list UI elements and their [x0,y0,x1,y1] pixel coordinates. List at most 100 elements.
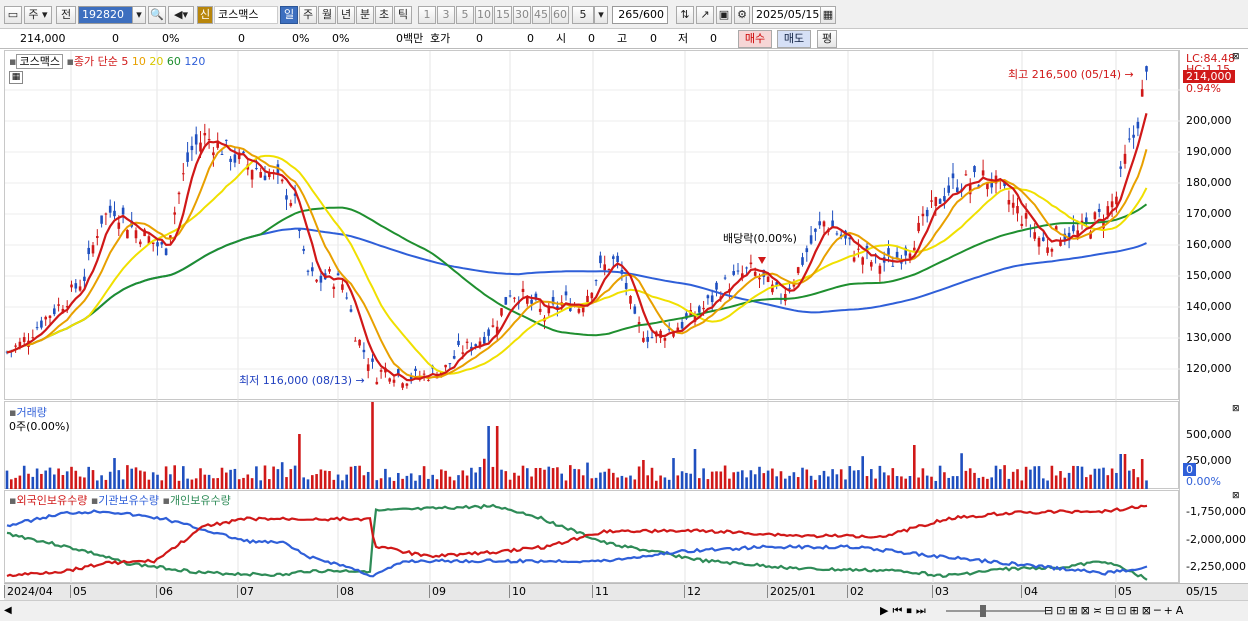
draw-tool-icon[interactable]: ↗ [696,6,714,24]
code-dropdown-icon[interactable]: ▾ [132,6,146,24]
period-tab-5[interactable]: 초 [375,6,393,24]
count-input[interactable]: 265/600 [612,6,668,24]
candle-body [444,364,447,368]
volume-bar [457,475,460,489]
volume-bar [440,469,443,489]
volume-bar [113,458,116,489]
volume-bar [706,479,710,489]
volume-bar [1076,466,1079,489]
volume-bar [375,480,379,489]
candle-body [861,257,864,265]
scroll-left-icon[interactable]: ◀ [4,605,12,616]
period-tab-0[interactable]: 일 [280,6,298,24]
prev-button[interactable]: 전 [56,6,76,24]
low-annotation: 최저 116,000 (08/13) → [239,374,365,387]
volume-bar [1106,475,1110,489]
volume-bar [1136,477,1140,489]
price-pane[interactable]: ▪ 코스맥스 ▪종가 단순 5 10 20 60 120 ▦ 최고 216,500… [4,50,1180,401]
interval-button-15[interactable]: 15 [494,6,512,24]
interval-button-3[interactable]: 3 [437,6,455,24]
volume-bar [268,479,271,489]
volume-bar [1020,480,1024,489]
volume-bar [801,467,804,489]
candle-body [1123,153,1127,164]
candle-body [1128,138,1131,140]
candle-body [35,327,39,329]
volume-bar [547,466,551,489]
ma10-line [6,144,1148,380]
pane-close-icon-1[interactable]: ⊠ [1232,404,1240,414]
candle-body [414,368,417,371]
volume-bar [70,466,73,489]
interval-dropdown-icon[interactable]: ▾ [594,6,608,24]
volume-bar [108,471,112,489]
zoom-handle[interactable] [980,605,986,617]
period-tab-6[interactable]: 틱 [394,6,412,24]
volume-bar [504,471,508,489]
speaker-icon[interactable]: ◀▾ [168,6,194,24]
flat-button[interactable]: 평 [817,30,837,48]
period-tab-2[interactable]: 월 [318,6,336,24]
window-menu-icon[interactable]: ▭ [4,6,22,24]
view-tool-icons[interactable]: ⊟⊡⊞⊠≍⊟⊡⊞⊠─+A [1044,604,1186,617]
volume-bar [1050,465,1054,489]
candle-body [104,213,108,215]
volume-bar [1046,480,1049,489]
volume-bar [397,472,400,489]
period-tab-3[interactable]: 년 [337,6,355,24]
volume-bar [435,479,439,489]
interval-button-30[interactable]: 30 [513,6,531,24]
interval-value[interactable]: 5 [572,6,594,24]
candle-body [629,295,632,304]
candle-body [91,245,95,254]
holding-pane[interactable]: ▪외국인보유수량 ▪기관보유수량 ▪개인보유수량 [4,490,1179,584]
price-tick-5: 160,000 [1186,238,1232,251]
interval-button-45[interactable]: 45 [532,6,550,24]
market-type-select[interactable]: 주 ▾ [24,6,52,24]
volume-bar [560,473,563,489]
grid-toggle-icon[interactable]: ▦ [9,71,23,84]
pane-close-icon-0[interactable]: ⊠ [1232,52,1240,62]
x-tick-7: 11 [592,585,609,598]
volume-bar [341,480,344,489]
period-tab-1[interactable]: 주 [299,6,317,24]
x-current-date: 05/15 [1186,585,1218,598]
candle-type-icon[interactable]: ⇅ [676,6,694,24]
period-tab-4[interactable]: 분 [356,6,374,24]
gear-icon[interactable]: ⚙ [734,6,750,24]
interval-button-5[interactable]: 5 [456,6,474,24]
hoga-label: 호가 [430,32,451,45]
volume-bar [1059,471,1062,489]
volume-bar [981,476,985,489]
volume-bar [994,465,998,489]
volume-bar [302,477,305,489]
volume-pane[interactable]: ▪거래량 0주(0.00%) [4,401,1179,490]
sell-button[interactable]: 매도 [777,30,811,48]
volume-bar [900,476,903,489]
date-input[interactable]: 2025/05/15 [752,6,822,24]
candle-body [156,242,159,247]
volume-bar [194,478,198,489]
interval-button-10[interactable]: 10 [475,6,493,24]
calendar-icon[interactable]: ▦ [820,6,836,24]
save-icon[interactable]: ▣ [716,6,732,24]
chart-navigator[interactable]: ◀ ▶⏮⏹⏭ ⊟⊡⊞⊠≍⊟⊡⊞⊠─+A [0,600,1248,621]
candle-body [603,264,606,271]
zoom-slider[interactable] [946,610,1046,612]
interval-button-1[interactable]: 1 [418,6,436,24]
search-icon[interactable]: 🔍 [148,6,166,24]
candle-body [113,210,116,217]
interval-button-60[interactable]: 60 [551,6,569,24]
volume-bar [999,469,1002,489]
volume-bar [599,472,602,489]
buy-button[interactable]: 매수 [738,30,772,48]
playback-controls[interactable]: ▶⏮⏹⏭ [880,604,930,618]
pane-close-icon-2[interactable]: ⊠ [1232,491,1240,501]
volume-bar [551,468,555,489]
volume-bar [345,474,348,489]
volume-bar [689,473,692,489]
volume-bar [371,402,374,489]
candle-body [986,183,989,190]
volume-bar [31,476,35,489]
candle-body [1033,232,1036,239]
